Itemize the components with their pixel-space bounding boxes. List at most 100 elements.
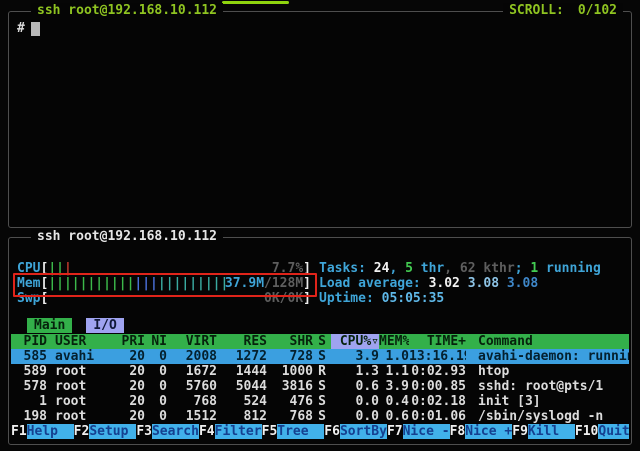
cell-pid: 1	[17, 394, 47, 409]
cell-time: 13:16.19	[409, 349, 466, 364]
cell-cpu: 0.0	[331, 409, 379, 424]
fnkey-f4[interactable]: F4Filter	[199, 424, 262, 439]
cell-cpu: 1.3	[331, 364, 379, 379]
fnkey-key: F2	[74, 424, 90, 439]
cell-cpu: 0.0	[331, 394, 379, 409]
fnkey-key: F1	[11, 424, 27, 439]
tab-io[interactable]: I/O	[86, 318, 123, 333]
cell-pid: 589	[17, 364, 47, 379]
column-header-time[interactable]: TIME+	[409, 334, 466, 349]
cell-user: root	[47, 364, 121, 379]
mem-meter: Mem[|||||||||||||||||||||||37.9M/128M]	[17, 276, 311, 291]
cell-res: 5044	[217, 379, 267, 394]
fnkey-label: Nice -	[403, 424, 450, 439]
pane-bottom-htop: ssh root@192.168.10.112 CPU[|||7.7%]Mem[…	[8, 237, 632, 445]
cell-s: S	[313, 394, 331, 409]
process-table-header: PIDUSERPRINIVIRTRESSHRSCPU%▿MEM%TIME+Com…	[11, 334, 629, 349]
cell-virt: 1512	[167, 409, 217, 424]
column-header-ni[interactable]: NI	[145, 334, 167, 349]
fnkey-f8[interactable]: F8Nice +	[450, 424, 513, 439]
shell-prompt-line: #	[17, 21, 40, 36]
cell-mem: 3.9	[379, 379, 409, 394]
process-row[interactable]: 589root200167214441000R1.31.10:02.93htop	[11, 364, 629, 379]
fnkey-label: Nice +	[465, 424, 512, 439]
tasks-summary: Tasks: 24, 5 thr, 62 kthr; 1 running	[319, 261, 601, 276]
cell-virt: 768	[167, 394, 217, 409]
fnkey-f10[interactable]: F10Quit	[575, 424, 629, 439]
column-header-user[interactable]: USER	[47, 334, 121, 349]
fnkey-key: F3	[136, 424, 152, 439]
cell-user: avahi	[47, 349, 121, 364]
uptime: Uptime: 05:05:35	[319, 291, 444, 306]
cell-user: root	[47, 379, 121, 394]
fnkey-key: F4	[199, 424, 215, 439]
fnkey-f7[interactable]: F7Nice -	[387, 424, 450, 439]
pane-bottom-title: ssh root@192.168.10.112	[31, 229, 223, 244]
cell-shr: 728	[267, 349, 313, 364]
pane-top-title: ssh root@192.168.10.112	[31, 3, 223, 18]
fnkey-key: F9	[512, 424, 528, 439]
process-row[interactable]: 1root200768524476S0.00.40:02.18init [3]	[11, 394, 629, 409]
fnkey-f5[interactable]: F5Tree	[262, 424, 325, 439]
cpu-meter: CPU[|||7.7%]	[17, 261, 311, 276]
scroll-indicator: SCROLL:0/102	[503, 3, 623, 18]
process-row[interactable]: 198root2001512812768S0.00.60:01.06/sbin/…	[11, 409, 629, 424]
cell-time: 0:01.06	[409, 409, 466, 424]
cell-ni: 0	[145, 379, 167, 394]
cell-s: S	[313, 349, 331, 364]
fnkey-label: SortBy	[340, 424, 387, 439]
cell-user: root	[47, 394, 121, 409]
cell-cpu: 0.6	[331, 379, 379, 394]
cell-shr: 476	[267, 394, 313, 409]
tab-bar: Main I/O	[27, 318, 124, 333]
cell-pid: 198	[17, 409, 47, 424]
fnkey-f9[interactable]: F9Kill	[512, 424, 575, 439]
cell-ni: 0	[145, 364, 167, 379]
cell-time: 0:00.85	[409, 379, 466, 394]
cell-s: S	[313, 379, 331, 394]
function-key-bar: F1HelpF2SetupF3SearchF4FilterF5TreeF6Sor…	[11, 424, 629, 439]
pane-top-shell: ssh root@192.168.10.112 SCROLL:0/102 #	[8, 11, 632, 228]
swp-meter: Swp[0K/0K]	[17, 291, 311, 306]
cell-pid: 578	[17, 379, 47, 394]
column-header-mem[interactable]: MEM%	[379, 334, 409, 349]
cell-mem: 1.1	[379, 364, 409, 379]
column-header-virt[interactable]: VIRT	[167, 334, 217, 349]
fnkey-label: Quit	[598, 424, 629, 439]
cell-time: 0:02.93	[409, 364, 466, 379]
cell-pri: 20	[121, 364, 145, 379]
fnkey-f6[interactable]: F6SortBy	[324, 424, 387, 439]
cell-mem: 1.0	[379, 349, 409, 364]
fnkey-f2[interactable]: F2Setup	[74, 424, 137, 439]
column-header-s[interactable]: S	[313, 334, 331, 349]
column-header-cpu[interactable]: CPU%▿	[331, 334, 379, 349]
column-header-pri[interactable]: PRI	[121, 334, 145, 349]
process-row[interactable]: 578root200576050443816S0.63.90:00.85sshd…	[11, 379, 629, 394]
process-row[interactable]: 585avahi20020081272728S3.91.013:16.19ava…	[11, 349, 629, 364]
text-cursor	[31, 22, 40, 36]
fnkey-label: Tree	[277, 424, 324, 439]
cell-cmd: init [3]	[466, 394, 629, 409]
swp-meter-label: Swp	[17, 291, 40, 306]
fnkey-f3[interactable]: F3Search	[136, 424, 199, 439]
cell-ni: 0	[145, 409, 167, 424]
fnkey-key: F6	[324, 424, 340, 439]
cell-pri: 20	[121, 379, 145, 394]
column-header-res[interactable]: RES	[217, 334, 267, 349]
fnkey-label: Help	[27, 424, 74, 439]
cell-res: 1272	[217, 349, 267, 364]
cell-s: R	[313, 364, 331, 379]
cell-cmd: avahi-daemon: running	[466, 349, 629, 364]
column-header-shr[interactable]: SHR	[267, 334, 313, 349]
column-header-pid[interactable]: PID	[17, 334, 47, 349]
cell-shr: 3816	[267, 379, 313, 394]
top-green-bar	[222, 1, 289, 4]
column-header-cmd[interactable]: Command	[466, 334, 629, 349]
tab-main[interactable]: Main	[27, 318, 72, 333]
cell-virt: 5760	[167, 379, 217, 394]
cell-cmd: /sbin/syslogd -n	[466, 409, 629, 424]
cell-user: root	[47, 409, 121, 424]
terminal-screen: ssh root@192.168.10.112 SCROLL:0/102 # s…	[0, 0, 640, 451]
fnkey-f1[interactable]: F1Help	[11, 424, 74, 439]
cpu-meter-label: CPU	[17, 261, 40, 276]
